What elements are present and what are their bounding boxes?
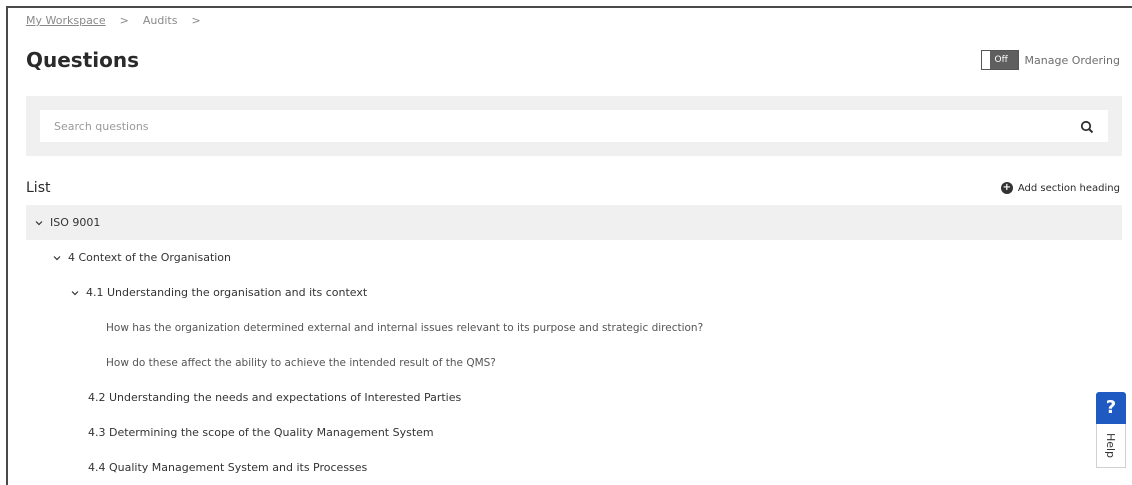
breadcrumb-separator: >: [191, 14, 201, 27]
question-text: How do these affect the ability to achie…: [106, 356, 496, 369]
tree-row-question[interactable]: How has the organization determined exte…: [26, 310, 1122, 345]
add-section-heading-button[interactable]: + Add section heading: [1000, 182, 1120, 194]
tree-row-label: 4.3 Determining the scope of the Quality…: [88, 426, 434, 439]
page-title: Questions: [26, 48, 140, 72]
chevron-down-icon[interactable]: [34, 218, 44, 228]
breadcrumb: My Workspace > Audits >: [26, 14, 201, 27]
search-input[interactable]: Search questions: [40, 110, 1108, 142]
tree-row-label: 4 Context of the Organisation: [68, 251, 232, 264]
search-icon[interactable]: [1080, 119, 1094, 134]
tree-row-label: ISO 9001: [50, 216, 101, 229]
tree-row-label: 4.2 Understanding the needs and expectat…: [88, 391, 462, 404]
manage-ordering-toggle[interactable]: Off: [980, 50, 1019, 70]
search-panel: Search questions: [26, 96, 1122, 156]
chevron-down-icon[interactable]: [52, 253, 62, 263]
plus-circle-icon: +: [1000, 182, 1013, 194]
tree-row-label: 4.1 Understanding the organisation and i…: [86, 286, 368, 299]
manage-ordering-control: Off Manage Ordering: [980, 50, 1120, 70]
toggle-knob: [981, 51, 990, 69]
tree-row-section[interactable]: 4.3 Determining the scope of the Quality…: [26, 415, 1122, 450]
question-text: How has the organization determined exte…: [106, 321, 704, 334]
question-tree: ISO 9001 4 Context of the Organisation 4…: [26, 205, 1122, 485]
breadcrumb-my-workspace[interactable]: My Workspace: [26, 14, 106, 27]
tree-row-section[interactable]: 4.4 Quality Management System and its Pr…: [26, 450, 1122, 485]
manage-ordering-label: Manage Ordering: [1024, 53, 1120, 67]
tree-row-iso-9001[interactable]: ISO 9001: [26, 205, 1122, 240]
help-question-icon[interactable]: ?: [1096, 392, 1126, 424]
tree-row-section[interactable]: 4 Context of the Organisation: [26, 240, 1122, 275]
tree-row-section[interactable]: 4.2 Understanding the needs and expectat…: [26, 380, 1122, 415]
breadcrumb-audits[interactable]: Audits: [143, 14, 178, 27]
breadcrumb-separator: >: [119, 14, 129, 27]
add-section-heading-label: Add section heading: [1017, 182, 1120, 194]
search-placeholder: Search questions: [54, 119, 149, 133]
help-widget[interactable]: ? Help: [1096, 392, 1126, 472]
tree-row-question[interactable]: How do these affect the ability to achie…: [26, 345, 1122, 380]
tree-row-section[interactable]: 4.1 Understanding the organisation and i…: [26, 275, 1122, 310]
help-label: Help: [1104, 432, 1118, 459]
tree-row-label: 4.4 Quality Management System and its Pr…: [88, 461, 368, 474]
chevron-down-icon[interactable]: [70, 288, 80, 298]
help-tab[interactable]: Help: [1096, 424, 1126, 468]
list-title: List: [26, 180, 51, 196]
toggle-state: Off: [994, 55, 1008, 65]
